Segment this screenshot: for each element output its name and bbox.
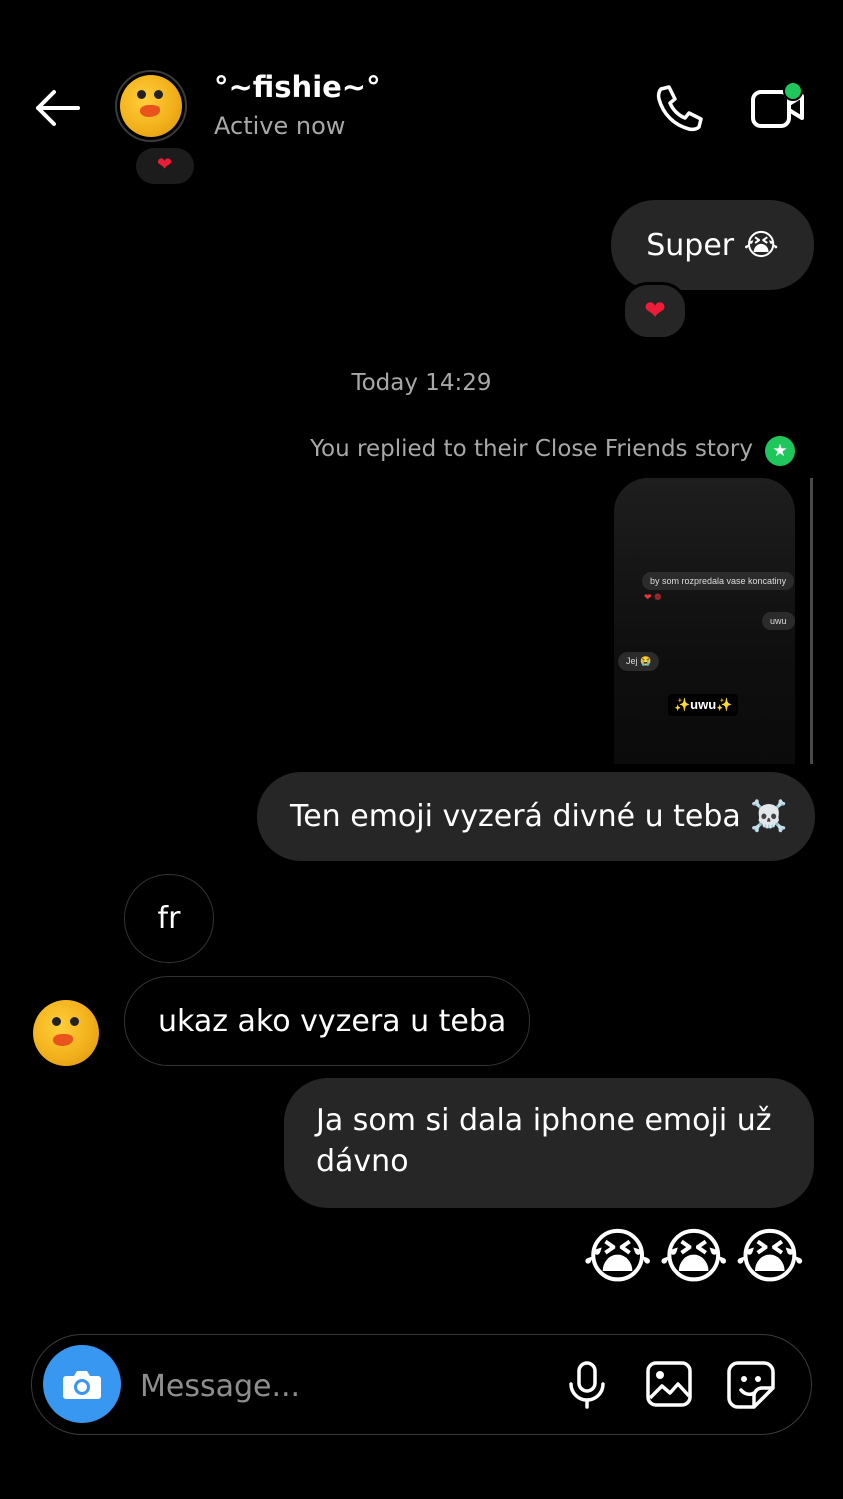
back-arrow-icon[interactable] <box>30 84 84 132</box>
message-outgoing[interactable]: Super 😭 <box>611 200 814 290</box>
story-text: Jej 😭 <box>618 652 660 671</box>
microphone-icon[interactable] <box>566 1360 608 1410</box>
active-status: Active now <box>214 112 346 140</box>
online-dot-icon <box>783 81 803 101</box>
message-text: ukaz ako vyzera u teba <box>158 1003 507 1039</box>
close-friends-star-icon: ★ <box>765 436 795 466</box>
message-text: Ja som si dala iphone emoji už dávno <box>316 1103 772 1179</box>
story-reply-bar <box>810 478 813 764</box>
timestamp: Today 14:29 <box>351 370 492 396</box>
heart-icon: ❤ <box>644 296 666 326</box>
chat-title[interactable]: °~fishie~° <box>214 70 381 104</box>
message-outgoing[interactable]: Ja som si dala iphone emoji už dávno <box>284 1078 814 1208</box>
message-input[interactable] <box>138 1360 552 1412</box>
partial-reaction: ❤ <box>136 148 194 184</box>
story-reply-note: You replied to their Close Friends story <box>310 436 753 462</box>
story-text: by som rozpredala vase koncatiny <box>642 572 795 590</box>
heart-reaction[interactable]: ❤ <box>622 282 688 340</box>
story-preview[interactable]: by som rozpredala vase koncatiny ❤ ❁ uwu… <box>614 478 795 764</box>
story-reactions: ❤ ❁ <box>644 592 662 602</box>
message-incoming[interactable]: ukaz ako vyzera u teba <box>124 976 530 1066</box>
duck-avatar-image <box>120 75 182 137</box>
message-text: fr <box>157 901 181 936</box>
header-avatar[interactable] <box>115 70 187 142</box>
sticker-icon[interactable] <box>726 1360 776 1410</box>
camera-icon <box>63 1371 101 1399</box>
message-incoming[interactable]: fr <box>124 874 214 963</box>
phone-icon[interactable] <box>652 82 706 132</box>
heart-icon: ❤ <box>157 154 173 175</box>
sender-avatar[interactable] <box>33 1000 99 1066</box>
message-text: Super 😭 <box>646 227 779 263</box>
emoji-message[interactable]: 😭😭😭 <box>583 1222 811 1292</box>
story-caption: ✨uwu✨ <box>668 694 739 716</box>
message-text: Ten emoji vyzerá divné u teba ☠️ <box>290 799 788 834</box>
story-text: uwu <box>762 612 795 630</box>
video-camera-icon[interactable] <box>748 80 808 132</box>
camera-button[interactable] <box>43 1345 121 1423</box>
gallery-icon[interactable] <box>645 1360 693 1408</box>
message-outgoing[interactable]: Ten emoji vyzerá divné u teba ☠️ <box>257 772 815 861</box>
